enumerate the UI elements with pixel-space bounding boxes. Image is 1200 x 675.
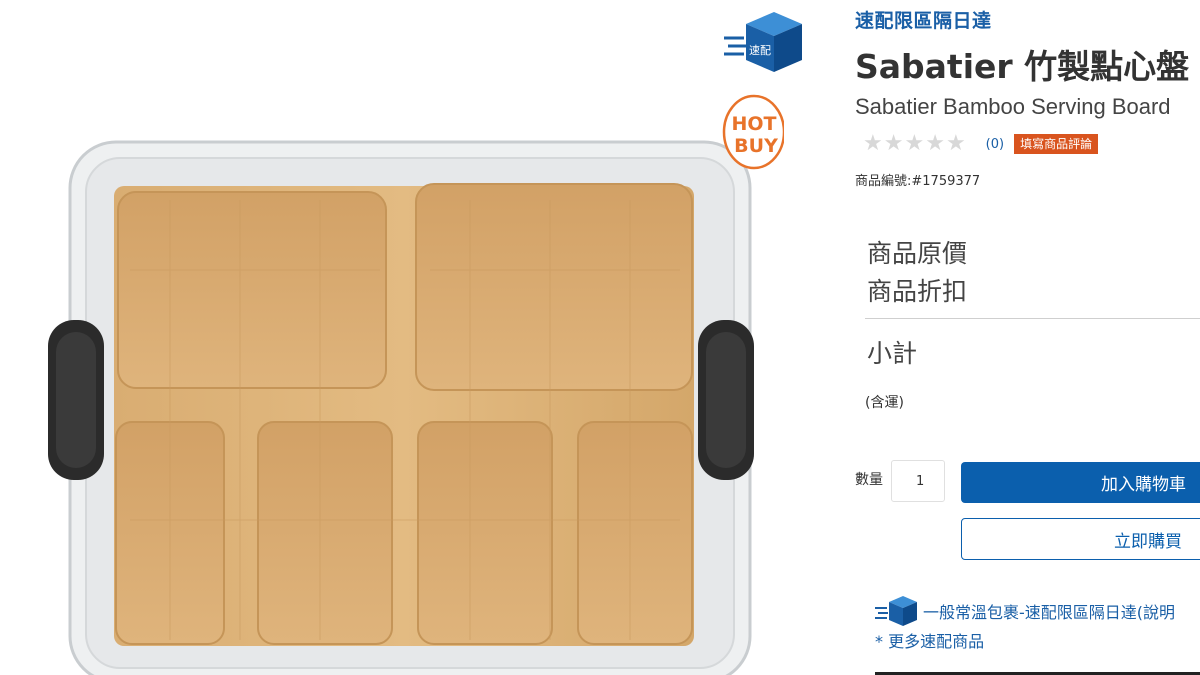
star-icon: ★ (863, 131, 883, 156)
add-to-cart-button[interactable]: 加入購物車 (961, 462, 1200, 503)
speed-delivery-box-icon (875, 596, 917, 626)
product-subtitle: Sabatier Bamboo Serving Board (855, 94, 1171, 119)
hot-buy-badge-icon: HOT BUY (722, 94, 784, 170)
quantity-input[interactable] (891, 460, 945, 502)
star-rating: ★ ★ ★ ★ ★ (863, 133, 966, 155)
product-title: Sabatier 竹製點心盤 (855, 47, 1190, 86)
product-gallery: 速配 HOT BUY (0, 0, 830, 675)
delivery-info-link[interactable]: 一般常溫包裹-速配限區隔日達(說明 (875, 594, 1175, 628)
hot-buy-line2: BUY (734, 135, 778, 157)
write-review-button[interactable]: 填寫商品評論 (1014, 133, 1099, 155)
discount-label: 商品折扣 (867, 277, 968, 306)
star-icon: ★ (904, 131, 925, 156)
review-count-link[interactable]: (0) (986, 137, 1004, 152)
speed-delivery-badge-icon: 速配 (724, 12, 802, 72)
buy-now-button[interactable]: 立即購買 (961, 518, 1200, 560)
star-icon: ★ (925, 131, 945, 156)
product-image[interactable] (30, 120, 770, 675)
quantity-label: 數量 (855, 472, 883, 488)
speed-badge-text-left: 速配 (749, 44, 771, 57)
hot-buy-line1: HOT (731, 113, 776, 135)
product-details-panel: 速配限區隔日達 Sabatier 竹製點心盤 Sabatier Bamboo S… (855, 0, 1200, 675)
star-icon: ★ (945, 131, 966, 156)
delivery-info-text: 一般常溫包裹-速配限區隔日達(說明 (923, 603, 1176, 622)
price-divider (865, 318, 1200, 319)
subtotal-label: 小計 (867, 339, 918, 368)
more-speed-products-link[interactable]: * 更多速配商品 (875, 628, 984, 652)
shipping-included-note: (含運) (865, 395, 904, 411)
star-icon: ★ (883, 131, 904, 156)
item-number: 商品編號:#1759377 (855, 174, 981, 189)
rating-row: ★ ★ ★ ★ ★ (0) 填寫商品評論 (863, 130, 1099, 158)
original-price-label: 商品原價 (867, 239, 968, 268)
delivery-tag-link[interactable]: 速配限區隔日達 (855, 6, 992, 33)
